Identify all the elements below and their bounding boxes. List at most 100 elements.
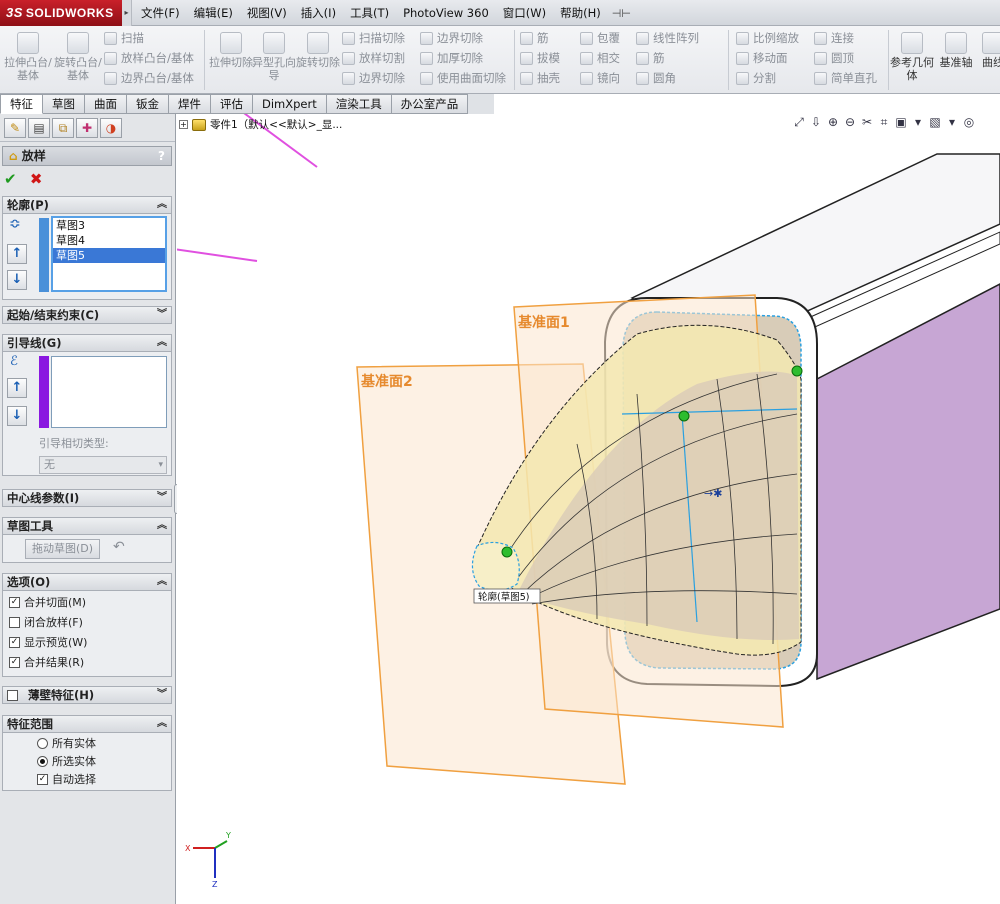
profiles-listbox[interactable]: 草图3 草图4 草图5 xyxy=(51,216,167,292)
connector-point[interactable] xyxy=(501,546,513,558)
menu-file[interactable]: 文件(F) xyxy=(134,0,187,26)
feature-tree-icon[interactable]: ✎ xyxy=(4,118,26,138)
thin-feature-header[interactable]: 薄壁特征(H) ︾ xyxy=(2,686,172,704)
display-manager-icon[interactable]: ◑ xyxy=(100,118,122,138)
options-header[interactable]: 选项(O) ︽ xyxy=(2,573,172,591)
close-loft-row[interactable]: 闭合放样(F) xyxy=(9,613,83,631)
profiles-group-header[interactable]: 轮廓(P) ︽ xyxy=(2,196,172,214)
graphics-area[interactable]: 基准面2 基准面1 →✱ 轮廓(草图5) X Y Z + 零件1（默认<<默认>… xyxy=(177,114,1000,904)
extrude-cut-button[interactable]: 拉伸切除 xyxy=(207,30,255,90)
merge-result-row[interactable]: ✓ 合并结果(R) xyxy=(9,653,84,671)
move-down-button[interactable]: ↓ xyxy=(7,270,27,290)
guide-tangency-select[interactable]: 无 ▾ xyxy=(39,456,167,474)
dynamic-annotation-icon[interactable]: ⌗ xyxy=(877,115,891,130)
hole-wizard-button[interactable]: 异型孔向导 xyxy=(250,30,298,90)
merge-result-checkbox[interactable]: ✓ xyxy=(9,656,20,668)
reference-geometry-button[interactable]: 参考几何体 xyxy=(890,30,934,90)
connector-point[interactable] xyxy=(791,365,803,377)
expand-down-icon[interactable]: ︾ xyxy=(157,307,167,323)
show-preview-row[interactable]: ✓ 显示预览(W) xyxy=(9,633,87,651)
expand-down-icon[interactable]: ︾ xyxy=(157,687,167,703)
close-loft-checkbox[interactable] xyxy=(9,616,20,628)
selected-bodies-radio[interactable] xyxy=(37,755,48,767)
menu-tools[interactable]: 工具(T) xyxy=(343,0,396,26)
simple-hole-button[interactable]: 简单直孔 xyxy=(814,68,877,88)
fillet-button[interactable]: 圆角 xyxy=(636,68,676,88)
zoom-in-out-icon[interactable]: ⊖ xyxy=(843,115,857,130)
feature-scope-header[interactable]: 特征范围 ︽ xyxy=(2,715,172,733)
collapse-up-icon[interactable]: ︽ xyxy=(157,197,167,213)
guide-curves-header[interactable]: 引导线(G) ︽ xyxy=(2,334,172,352)
display-style-icon[interactable]: ▧ xyxy=(928,115,942,130)
all-bodies-radio[interactable] xyxy=(37,737,48,749)
guide-curves-listbox[interactable] xyxy=(51,356,167,428)
loft-boss-button[interactable]: 放样凸台/基体 xyxy=(104,48,194,68)
drag-sketch-button[interactable]: 拖动草图(D) xyxy=(25,539,101,559)
view-orientation-icon[interactable]: ▣ xyxy=(894,115,908,130)
centerline-parameters-header[interactable]: 中心线参数(I) ︾ xyxy=(2,489,172,507)
rib-2-button[interactable]: 筋 xyxy=(636,48,665,68)
previous-view-icon[interactable]: ⇩ xyxy=(809,115,823,130)
profile-item-sketch5[interactable]: 草图5 xyxy=(53,248,165,263)
rib-button[interactable]: 筋 xyxy=(520,28,549,48)
guide-move-down-button[interactable]: ↓ xyxy=(7,406,27,426)
curves-button[interactable]: 曲线 xyxy=(978,30,1000,90)
merge-tangent-row[interactable]: ✓ 合并切面(M) xyxy=(9,593,86,611)
dimxpert-manager-icon[interactable]: ✚ xyxy=(76,118,98,138)
help-icon[interactable]: ? xyxy=(158,147,165,165)
all-bodies-row[interactable]: 所有实体 xyxy=(37,734,96,752)
datum-axis-button[interactable]: 基准轴 xyxy=(934,30,978,90)
menu-edit[interactable]: 编辑(E) xyxy=(187,0,240,26)
configuration-manager-icon[interactable]: ⧉ xyxy=(52,118,74,138)
selected-bodies-row[interactable]: 所选实体 xyxy=(37,752,96,770)
expand-plus-icon[interactable]: + xyxy=(179,120,188,129)
chevron-down-icon[interactable]: ▾ xyxy=(911,115,925,130)
move-face-button[interactable]: 移动面 xyxy=(736,48,788,68)
tab-weldments[interactable]: 焊件 xyxy=(169,94,211,114)
zoom-area-icon[interactable]: ⊕ xyxy=(826,115,840,130)
sweep-button[interactable]: 扫描 xyxy=(104,28,144,48)
draft-button[interactable]: 拔模 xyxy=(520,48,560,68)
scale-button[interactable]: 比例缩放 xyxy=(736,28,799,48)
menu-window[interactable]: 窗口(W) xyxy=(496,0,553,26)
extrude-boss-button[interactable]: 拉伸凸台/基体 xyxy=(4,30,52,90)
tab-evaluate[interactable]: 评估 xyxy=(211,94,253,114)
tab-features[interactable]: 特征 xyxy=(0,94,43,114)
shell-button[interactable]: 抽壳 xyxy=(520,68,560,88)
feature-tree-flyout[interactable]: + 零件1（默认<<默认>_显... xyxy=(179,117,342,132)
intersect-button[interactable]: 相交 xyxy=(580,48,620,68)
expand-down-icon[interactable]: ︾ xyxy=(157,490,167,506)
profile-item-sketch3[interactable]: 草图3 xyxy=(53,218,165,233)
collapse-up-icon[interactable]: ︽ xyxy=(157,716,167,732)
move-up-button[interactable]: ↑ xyxy=(7,244,27,264)
surface-cut-button[interactable]: 使用曲面切除 xyxy=(420,68,506,88)
wrap-button[interactable]: 包覆 xyxy=(580,28,620,48)
swept-cut-button[interactable]: 扫描切除 xyxy=(342,28,405,48)
hide-show-icon[interactable]: ◎ xyxy=(962,115,976,130)
sketch-tools-header[interactable]: 草图工具 ︽ xyxy=(2,517,172,535)
cancel-x-icon[interactable]: ✖ xyxy=(30,170,43,188)
menu-photoview[interactable]: PhotoView 360 xyxy=(396,0,496,26)
auto-select-row[interactable]: ✓ 自动选择 xyxy=(37,770,96,788)
show-preview-checkbox[interactable]: ✓ xyxy=(9,636,20,648)
tab-sheet-metal[interactable]: 钣金 xyxy=(127,94,169,114)
mirror-button[interactable]: 镜向 xyxy=(580,68,620,88)
undo-icon[interactable]: ↶ xyxy=(113,539,125,555)
collapse-up-icon[interactable]: ︽ xyxy=(157,574,167,590)
property-manager-icon[interactable]: ▤ xyxy=(28,118,50,138)
logo-dropdown-icon[interactable]: ▸ xyxy=(122,0,132,26)
collapse-up-icon[interactable]: ︽ xyxy=(157,335,167,351)
linear-pattern-button[interactable]: 线性阵列 xyxy=(636,28,699,48)
revolve-cut-button[interactable]: 旋转切除 xyxy=(294,30,342,90)
connector-point[interactable] xyxy=(678,410,690,422)
boundary-boss-button[interactable]: 边界凸台/基体 xyxy=(104,68,194,88)
menu-help[interactable]: 帮助(H) xyxy=(553,0,608,26)
boundary-cut-button[interactable]: 边界切除 xyxy=(342,68,405,88)
tab-office[interactable]: 办公室产品 xyxy=(391,94,469,114)
merge-tangent-checkbox[interactable]: ✓ xyxy=(9,596,20,608)
pin-icon[interactable]: ⊣⊢ xyxy=(608,7,631,20)
boundary-cut-2-button[interactable]: 边界切除 xyxy=(420,28,483,48)
dome-button[interactable]: 圆顶 xyxy=(814,48,854,68)
connect-button[interactable]: 连接 xyxy=(814,28,854,48)
thin-feature-checkbox[interactable] xyxy=(7,690,18,701)
